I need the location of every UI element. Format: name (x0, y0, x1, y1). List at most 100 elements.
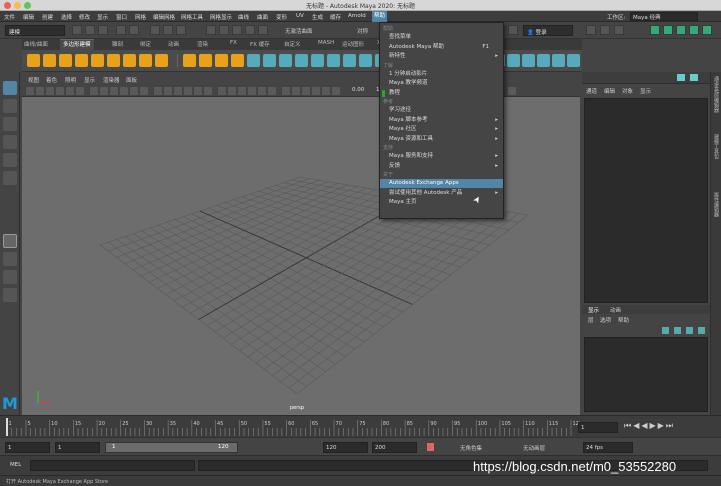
svg-icon[interactable] (215, 54, 228, 67)
snap-surface-icon[interactable] (258, 25, 268, 35)
side-tab[interactable]: 通道盒/层编辑器 (713, 76, 720, 113)
shelf-tool-icon[interactable] (507, 54, 520, 67)
help-menu-item[interactable]: 学习途径 (380, 106, 503, 115)
current-time-marker[interactable] (6, 418, 8, 436)
menu-item[interactable]: 网格显示 (210, 13, 232, 21)
layer-editor-menu-item[interactable]: 帮助 (618, 316, 629, 324)
channel-box-menu-item[interactable]: 通道 (586, 87, 597, 95)
menu-item[interactable]: 修改 (79, 13, 90, 21)
menu-item[interactable]: Arnold (348, 13, 366, 19)
time-slider[interactable]: 1 5 10 15 20 25 30 35 40 45 50 55 60 65 70 75 80 85 90 95 10… (0, 415, 721, 437)
help-menu-item[interactable]: Maya 资源和工具 ▸ (380, 135, 503, 144)
panel-tool-icon[interactable] (174, 87, 182, 95)
symmetry-label[interactable]: 对称 (357, 27, 368, 35)
select-component-icon[interactable] (176, 25, 186, 35)
menu-item[interactable]: 变形 (276, 13, 287, 21)
panel-tool-icon[interactable] (302, 87, 310, 95)
character-set-label[interactable]: 无角色集 (460, 444, 482, 452)
separate-icon[interactable] (247, 54, 260, 67)
cube-icon[interactable] (43, 54, 56, 67)
panel-tool-icon[interactable] (228, 87, 236, 95)
shelf-tab[interactable]: 雕刻 (112, 40, 123, 48)
ipr-render-icon[interactable] (614, 25, 624, 35)
layout-icon[interactable] (677, 74, 685, 81)
menu-item[interactable]: 帮助 (372, 11, 388, 22)
panel-menu-item[interactable]: 照明 (65, 76, 76, 84)
pause-icon[interactable] (508, 25, 518, 35)
disc-icon[interactable] (123, 54, 136, 67)
mirror-icon[interactable] (295, 54, 308, 67)
toggle-channel-box-icon[interactable] (689, 25, 699, 35)
panel-tool-icon[interactable] (140, 87, 148, 95)
toggle-modeling-toolkit-icon[interactable] (650, 25, 660, 35)
panel-tool-icon[interactable] (66, 87, 74, 95)
help-menu-item[interactable]: 尝试使用其他 Autodesk 产品 ▸ (380, 189, 503, 198)
layer-list[interactable] (584, 337, 708, 412)
soccer-ball-icon[interactable] (155, 54, 168, 67)
workspace-dropdown[interactable]: Maya 经典 (630, 12, 698, 21)
help-menu-item[interactable]: Autodesk Maya 帮助 F1 (380, 43, 503, 52)
playback-end-field[interactable]: 120 (323, 442, 368, 453)
panel-tool-icon[interactable] (322, 87, 330, 95)
move-layer-down-icon[interactable] (674, 327, 681, 334)
menu-item[interactable]: 缓存 (330, 13, 341, 21)
panel-tool-icon[interactable] (164, 87, 172, 95)
shelf-tab[interactable]: 运动图形 (342, 40, 364, 48)
panel-menu-item[interactable]: 面板 (126, 76, 137, 84)
panel-tool-icon[interactable] (508, 87, 516, 95)
torus-icon[interactable] (107, 54, 120, 67)
new-scene-icon[interactable] (72, 25, 82, 35)
panel-menu-item[interactable]: 视图 (28, 76, 39, 84)
panel-tool-icon[interactable] (194, 87, 202, 95)
save-scene-icon[interactable] (98, 25, 108, 35)
graph-layout-icon[interactable] (3, 288, 17, 302)
cylinder-icon[interactable] (59, 54, 72, 67)
playback-controls-icon[interactable]: ⏮◀◀▶▶⏭ (624, 421, 675, 431)
select-hierarchy-icon[interactable] (150, 25, 160, 35)
shelf-tab[interactable]: MASH (318, 40, 334, 46)
panel-tool-icon[interactable] (282, 87, 290, 95)
playback-start-field[interactable]: 1 (55, 442, 100, 453)
panel-tool-icon[interactable] (130, 87, 138, 95)
layer-editor-menu-item[interactable]: 选项 (600, 316, 611, 324)
panel-tool-icon[interactable] (90, 87, 98, 95)
single-perspective-layout-icon[interactable] (3, 234, 17, 248)
panel-tool-icon[interactable] (154, 87, 162, 95)
side-tab[interactable]: 建模工具包 (713, 134, 720, 159)
help-menu-item[interactable]: 新特性 ▸ (380, 52, 503, 61)
menu-item[interactable]: 文件 (4, 13, 15, 21)
panel-tool-icon[interactable] (46, 87, 54, 95)
undo-icon[interactable] (116, 25, 126, 35)
shelf-tab[interactable]: 绑定 (140, 40, 151, 48)
four-view-layout-icon[interactable] (3, 252, 17, 266)
render-icon[interactable] (600, 25, 610, 35)
shelf-tool-icon[interactable] (552, 54, 565, 67)
new-layer-icon[interactable] (686, 327, 693, 334)
smooth-icon[interactable] (263, 54, 276, 67)
toggle-tool-settings-icon[interactable] (676, 25, 686, 35)
layer-editor-tab[interactable]: 显示 (588, 306, 599, 314)
panel-tool-icon[interactable] (36, 87, 44, 95)
combine-icon[interactable] (231, 54, 244, 67)
menu-item[interactable]: 编辑 (23, 13, 34, 21)
panel-tool-icon[interactable] (26, 87, 34, 95)
move-tool-icon[interactable] (3, 135, 17, 149)
panel-tool-icon[interactable] (204, 87, 212, 95)
menu-item[interactable]: 创建 (42, 13, 53, 21)
panel-tool-icon[interactable] (332, 87, 340, 95)
layer-editor-menu-item[interactable]: 层 (588, 316, 594, 324)
animation-start-field[interactable]: 1 (5, 442, 50, 453)
panel-tool-icon[interactable] (248, 87, 256, 95)
select-tool-icon[interactable] (3, 81, 17, 95)
signin-dropdown[interactable]: 👤 登录 (523, 25, 573, 36)
lasso-tool-icon[interactable] (3, 99, 17, 113)
panel-menu-item[interactable]: 渲染器 (103, 76, 120, 84)
shelf-tab[interactable]: FX 缓存 (250, 40, 270, 48)
help-menu-item[interactable]: Maya 教学频道 (380, 79, 503, 88)
panel-tool-icon[interactable] (218, 87, 226, 95)
side-tab[interactable]: 属性编辑器 (713, 192, 720, 217)
gem-icon[interactable] (183, 54, 196, 67)
shelf-tab[interactable]: FX (230, 40, 237, 46)
help-menu-item[interactable]: 查找菜单 (380, 33, 503, 42)
toggle-outliner-icon[interactable] (702, 25, 712, 35)
